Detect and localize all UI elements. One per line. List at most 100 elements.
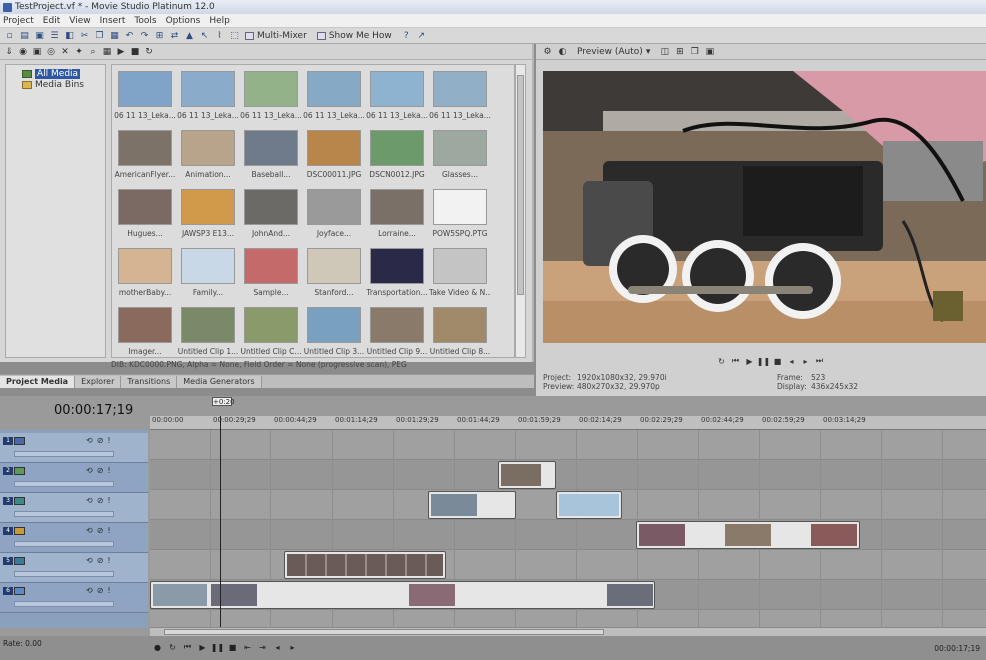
track-level-slider[interactable] [14, 571, 114, 577]
video-clip[interactable] [150, 581, 655, 609]
solo-icon[interactable]: ! [107, 556, 110, 565]
media-thumbnail[interactable]: AmericanFlyer... [114, 126, 175, 182]
media-thumbnail[interactable]: Stanford... [303, 244, 363, 300]
track-level-slider[interactable] [14, 601, 114, 607]
preview-stop-icon[interactable]: ■ [772, 356, 783, 366]
track-area[interactable] [150, 430, 986, 628]
prev-frame-icon[interactable]: ◂ [272, 642, 283, 652]
tree-item-all-media[interactable]: All Media [22, 68, 103, 79]
split-screen-icon[interactable]: ◫ [658, 46, 671, 58]
media-thumbnail[interactable]: 06 11 13_Leka... [366, 67, 428, 123]
scrollbar-thumb[interactable] [164, 629, 604, 635]
multi-mixer-button[interactable]: Multi-Mixer [245, 31, 307, 41]
get-media-icon[interactable]: ◎ [45, 46, 57, 58]
tree-item-media-bins[interactable]: Media Bins [22, 79, 103, 90]
auto-preview-icon[interactable]: ↻ [143, 46, 155, 58]
media-thumbnail[interactable]: Family... [177, 244, 237, 300]
enable-snapping-icon[interactable]: ⊞ [153, 30, 166, 42]
mute-icon[interactable]: ⊘ [97, 496, 104, 505]
properties-icon[interactable]: ☰ [48, 30, 61, 42]
import-media-icon[interactable]: ⇓ [3, 46, 15, 58]
media-thumbnail[interactable]: Sample... [240, 244, 300, 300]
solo-icon[interactable]: ! [107, 526, 110, 535]
cut-icon[interactable]: ✂ [78, 30, 91, 42]
track-motion-icon[interactable]: ⟲ [86, 526, 93, 535]
media-thumbnail[interactable]: 06 11 13_Leka... [177, 67, 239, 123]
track-motion-icon[interactable]: ⟲ [86, 586, 93, 595]
mute-icon[interactable]: ⊘ [97, 586, 104, 595]
envelope-edit-tool-icon[interactable]: ⌇ [213, 30, 226, 42]
record-icon[interactable]: ● [152, 642, 163, 652]
media-thumbnail[interactable]: Animation... [177, 126, 237, 182]
track-row[interactable] [150, 550, 986, 580]
preview-fx-icon[interactable]: ◐ [556, 46, 569, 58]
vertical-scrollbar[interactable] [515, 64, 526, 358]
get-photos-icon[interactable]: ▣ [31, 46, 43, 58]
go-to-end-icon[interactable]: ⇥ [257, 642, 268, 652]
playback-rate[interactable]: Rate: 0.00 [3, 639, 42, 648]
track-row[interactable] [150, 520, 986, 550]
media-thumbnail[interactable]: DSC00011.JPG [303, 126, 363, 182]
go-to-end-icon[interactable]: ⏭ [814, 356, 825, 366]
scrollbar-thumb[interactable] [517, 75, 524, 295]
tab-project-media[interactable]: Project Media [0, 376, 76, 388]
media-thumbnail[interactable]: Baseball... [240, 126, 300, 182]
media-thumbnail[interactable]: Transportation... [366, 244, 428, 300]
track-header[interactable]: 6 ⟲ ⊘! [0, 583, 148, 613]
timeline-cursor[interactable] [220, 416, 221, 638]
media-thumbnail[interactable]: 06 11 13_Leka... [114, 67, 176, 123]
lock-envelopes-icon[interactable]: ▲ [183, 30, 196, 42]
track-row[interactable] [150, 460, 986, 490]
pause-icon[interactable]: ❚❚ [211, 642, 224, 652]
tab-media-generators[interactable]: Media Generators [177, 376, 262, 388]
solo-icon[interactable]: ! [107, 436, 110, 445]
track-header[interactable]: 4 ⟲ ⊘! [0, 523, 148, 553]
solo-icon[interactable]: ! [107, 496, 110, 505]
track-level-slider[interactable] [14, 541, 114, 547]
menu-insert[interactable]: Insert [100, 16, 126, 26]
time-ruler[interactable]: 00:00:00 00:00:29;29 00:00:44;29 00:01:14;2… [150, 416, 986, 430]
loop-playback-icon[interactable]: ↻ [716, 356, 727, 366]
preview-settings-icon[interactable]: ⚙ [541, 46, 554, 58]
go-to-start-icon[interactable]: ⇤ [242, 642, 253, 652]
copy-snapshot-icon[interactable]: ❐ [688, 46, 701, 58]
new-project-icon[interactable]: ▫ [3, 30, 16, 42]
media-thumbnail[interactable]: Hugues... [114, 185, 174, 241]
undo-icon[interactable]: ↶ [123, 30, 136, 42]
media-thumbnail[interactable]: 06 11 13_Leka... [429, 67, 491, 123]
capture-video-icon[interactable]: ◉ [17, 46, 29, 58]
video-clip[interactable] [498, 461, 556, 489]
media-thumbnail[interactable]: Untitled Clip C... [240, 303, 302, 359]
media-thumbnail[interactable]: Take Video & N... [429, 244, 491, 300]
media-thumbnail[interactable]: JAWSP3 E13... [177, 185, 237, 241]
auto-ripple-icon[interactable]: ⇄ [168, 30, 181, 42]
track-header[interactable]: 3 ⟲ ⊘! [0, 493, 148, 523]
menu-project[interactable]: Project [3, 16, 34, 26]
track-header[interactable]: 2 ⟲ ⊘! [0, 463, 148, 493]
preview-play-icon[interactable]: ▶ [744, 356, 755, 366]
render-icon[interactable]: ◧ [63, 30, 76, 42]
play-from-start-icon[interactable]: ⏮ [730, 356, 741, 366]
track-row[interactable] [150, 430, 986, 460]
mute-icon[interactable]: ⊘ [97, 436, 104, 445]
mute-icon[interactable]: ⊘ [97, 556, 104, 565]
preview-pause-icon[interactable]: ❚❚ [757, 356, 770, 366]
track-level-slider[interactable] [14, 451, 114, 457]
media-fx-icon[interactable]: ✦ [73, 46, 85, 58]
playhead-marker[interactable]: +0:20 [212, 397, 235, 406]
normal-edit-tool-icon[interactable]: ↖ [198, 30, 211, 42]
play-icon[interactable]: ▶ [115, 46, 127, 58]
media-thumbnail[interactable]: POW5SPQ.PTG [429, 185, 489, 241]
media-thumbnail[interactable]: Untitled Clip 8... [429, 303, 490, 359]
solo-icon[interactable]: ! [107, 586, 110, 595]
mute-icon[interactable]: ⊘ [97, 466, 104, 475]
next-frame-icon[interactable]: ▸ [800, 356, 811, 366]
loop-icon[interactable]: ↻ [167, 642, 178, 652]
track-header[interactable]: 1 ⟲ ⊘! [0, 433, 148, 463]
media-thumbnail[interactable]: Untitled Clip 1... [177, 303, 238, 359]
save-icon[interactable]: ▣ [33, 30, 46, 42]
media-thumbnail[interactable]: Imager... [114, 303, 174, 359]
menu-edit[interactable]: Edit [43, 16, 60, 26]
whats-this-icon[interactable]: ↗ [415, 30, 428, 42]
video-clip[interactable] [556, 491, 622, 519]
